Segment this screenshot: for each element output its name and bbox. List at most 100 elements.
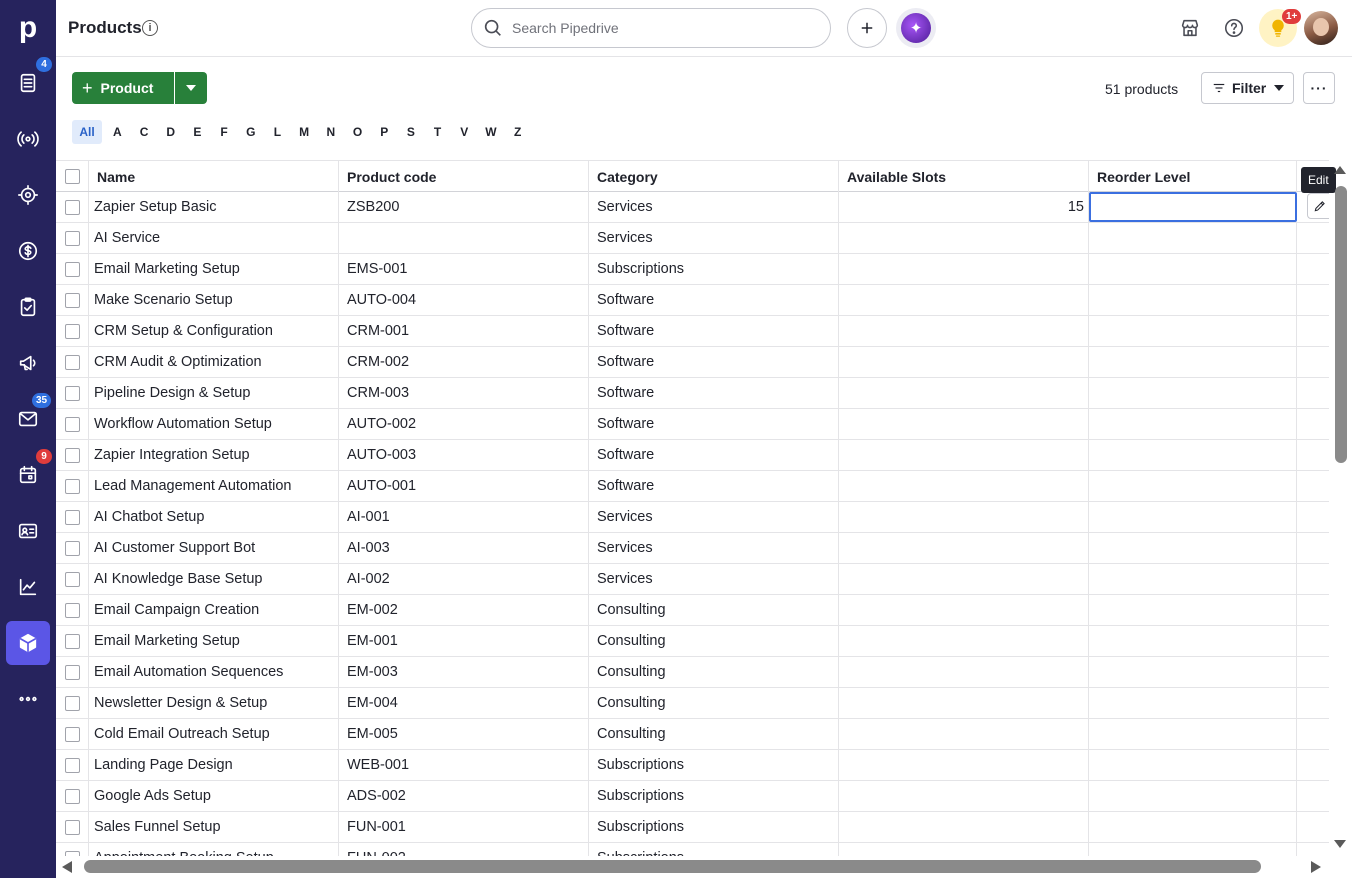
row-checkbox[interactable] (64, 571, 80, 587)
cell-available-slots[interactable] (839, 533, 1089, 563)
table-row[interactable]: Landing Page Design WEB-001 Subscriptions (56, 750, 1329, 781)
cell-product-code[interactable]: ADS-002 (339, 781, 589, 811)
cell-name[interactable]: CRM Audit & Optimization (89, 347, 339, 377)
alphabet-filter-o[interactable]: O (344, 120, 371, 144)
cell-available-slots[interactable] (839, 378, 1089, 408)
cell-category[interactable]: Software (589, 316, 839, 346)
cell-name[interactable]: Email Campaign Creation (89, 595, 339, 625)
row-checkbox[interactable] (64, 509, 80, 525)
cell-available-slots[interactable] (839, 781, 1089, 811)
cell-product-code[interactable]: CRM-003 (339, 378, 589, 408)
scroll-left-arrow[interactable] (62, 861, 72, 873)
cell-reorder-level[interactable] (1089, 285, 1297, 315)
cell-reorder-level[interactable] (1089, 471, 1297, 501)
table-row[interactable]: Zapier Setup Basic ZSB200 Services 15 (56, 192, 1329, 223)
row-checkbox[interactable] (64, 695, 80, 711)
cell-category[interactable]: Subscriptions (589, 812, 839, 842)
cell-available-slots[interactable] (839, 471, 1089, 501)
cell-reorder-level[interactable] (1089, 316, 1297, 346)
cell-category[interactable]: Consulting (589, 595, 839, 625)
table-row[interactable]: Newsletter Design & Setup EM-004 Consultin… (56, 688, 1329, 719)
table-row[interactable]: AI Customer Support Bot AI-003 Services (56, 533, 1329, 564)
cell-category[interactable]: Subscriptions (589, 781, 839, 811)
alphabet-filter-w[interactable]: W (478, 120, 505, 144)
cell-product-code[interactable]: CRM-001 (339, 316, 589, 346)
cell-product-code[interactable]: ZSB200 (339, 192, 589, 222)
cell-name[interactable]: AI Service (89, 223, 339, 253)
cell-product-code[interactable]: EM-001 (339, 626, 589, 656)
alphabet-filter-s[interactable]: S (398, 120, 425, 144)
cell-available-slots[interactable] (839, 688, 1089, 718)
nav-item-deals[interactable] (6, 229, 50, 273)
cell-reorder-level[interactable] (1089, 564, 1297, 594)
cell-name[interactable]: Workflow Automation Setup (89, 409, 339, 439)
cell-product-code[interactable]: FUN-001 (339, 812, 589, 842)
alphabet-filter-f[interactable]: F (211, 120, 238, 144)
cell-product-code[interactable]: AI-001 (339, 502, 589, 532)
alphabet-filter-l[interactable]: L (264, 120, 291, 144)
table-row[interactable]: AI Knowledge Base Setup AI-002 Services (56, 564, 1329, 595)
cell-available-slots[interactable] (839, 595, 1089, 625)
cell-name[interactable]: Email Automation Sequences (89, 657, 339, 687)
cell-product-code[interactable]: CRM-002 (339, 347, 589, 377)
scroll-down-arrow[interactable] (1334, 840, 1346, 848)
nav-item-campaigns-radio[interactable] (6, 117, 50, 161)
help-button[interactable] (1220, 14, 1248, 42)
row-checkbox[interactable] (64, 447, 80, 463)
cell-name[interactable]: Google Ads Setup (89, 781, 339, 811)
ai-assistant-button[interactable]: ✦ (896, 8, 936, 48)
nav-item-leads[interactable]: 4 (6, 57, 52, 105)
cell-category[interactable]: Consulting (589, 719, 839, 749)
cell-product-code[interactable]: AI-002 (339, 564, 589, 594)
nav-item-mail[interactable]: 35 (6, 393, 52, 441)
cell-product-code[interactable]: WEB-001 (339, 750, 589, 780)
table-row[interactable]: Zapier Integration Setup AUTO-003 Software (56, 440, 1329, 471)
row-checkbox[interactable] (64, 416, 80, 432)
nav-item-more[interactable] (6, 677, 50, 721)
cell-available-slots[interactable] (839, 719, 1089, 749)
info-icon[interactable]: i (142, 20, 158, 36)
cell-category[interactable]: Software (589, 347, 839, 377)
cell-category[interactable]: Consulting (589, 626, 839, 656)
cell-available-slots[interactable] (839, 316, 1089, 346)
cell-available-slots[interactable] (839, 440, 1089, 470)
cell-category[interactable]: Software (589, 409, 839, 439)
row-checkbox[interactable] (64, 354, 80, 370)
cell-available-slots[interactable] (839, 254, 1089, 284)
table-row[interactable]: Pipeline Design & Setup CRM-003 Software (56, 378, 1329, 409)
alphabet-filter-t[interactable]: T (424, 120, 451, 144)
cell-product-code[interactable]: AUTO-003 (339, 440, 589, 470)
cell-name[interactable]: AI Customer Support Bot (89, 533, 339, 563)
cell-category[interactable]: Software (589, 378, 839, 408)
cell-category[interactable]: Services (589, 564, 839, 594)
cell-reorder-level[interactable] (1089, 843, 1297, 856)
row-checkbox[interactable] (64, 757, 80, 773)
row-checkbox[interactable] (64, 788, 80, 804)
cell-category[interactable]: Software (589, 285, 839, 315)
scroll-up-arrow[interactable] (1334, 166, 1346, 174)
alphabet-filter-m[interactable]: M (291, 120, 318, 144)
cell-available-slots[interactable] (839, 750, 1089, 780)
cell-category[interactable]: Consulting (589, 688, 839, 718)
pipedrive-logo[interactable]: p (0, 0, 56, 56)
cell-product-code[interactable] (339, 223, 589, 253)
column-header-available-slots[interactable]: Available Slots (839, 161, 1089, 192)
cell-available-slots[interactable] (839, 843, 1089, 856)
cell-reorder-level[interactable] (1089, 254, 1297, 284)
column-header-product-code[interactable]: Product code (339, 161, 589, 192)
cell-reorder-level[interactable] (1089, 502, 1297, 532)
column-header-reorder-level[interactable]: Reorder Level (1089, 161, 1297, 192)
cell-product-code[interactable]: EM-002 (339, 595, 589, 625)
alphabet-filter-all[interactable]: All (72, 120, 102, 144)
alphabet-filter-n[interactable]: N (318, 120, 345, 144)
cell-name[interactable]: Zapier Setup Basic (89, 192, 339, 222)
cell-available-slots[interactable] (839, 285, 1089, 315)
table-row[interactable]: Email Marketing Setup EM-001 Consulting (56, 626, 1329, 657)
nav-item-insights[interactable] (6, 565, 50, 609)
row-checkbox[interactable] (64, 850, 80, 856)
cell-name[interactable]: AI Knowledge Base Setup (89, 564, 339, 594)
cell-available-slots[interactable] (839, 657, 1089, 687)
cell-category[interactable]: Software (589, 440, 839, 470)
table-row[interactable]: Appointment Booking SetupFUN-002Subscrip… (56, 843, 1329, 856)
cell-product-code[interactable]: FUN-002 (339, 843, 589, 856)
